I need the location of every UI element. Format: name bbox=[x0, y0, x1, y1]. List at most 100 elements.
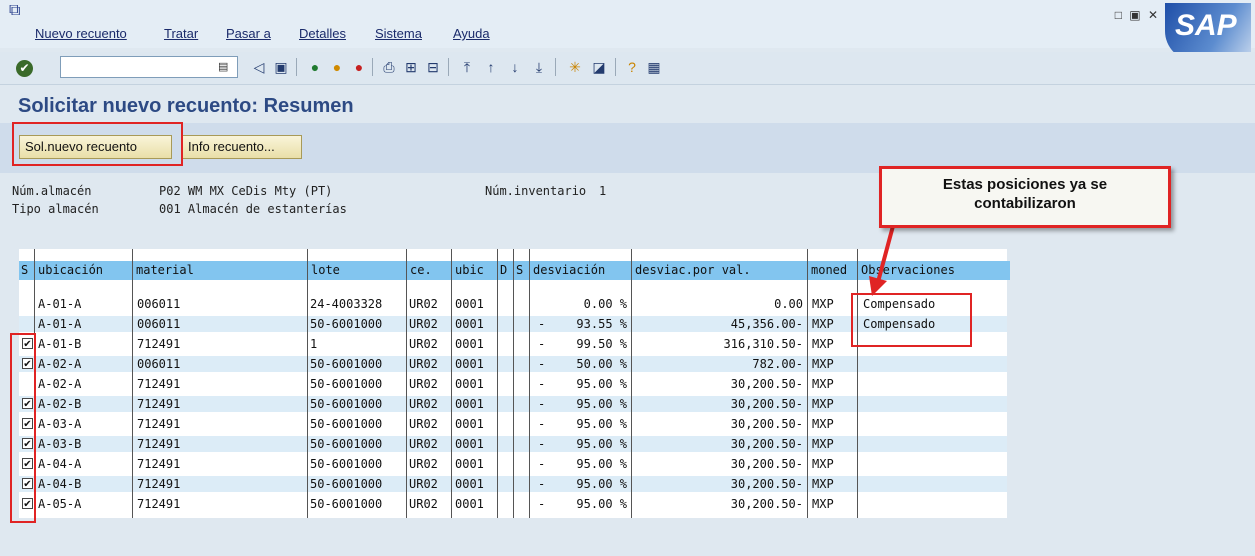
back-icon[interactable]: ● bbox=[305, 57, 325, 77]
cell-desv_val: 30,200.50- bbox=[730, 397, 803, 411]
column-header-d[interactable]: D bbox=[498, 261, 513, 280]
cell-desv: 93.55 % bbox=[576, 317, 627, 331]
cell-lote: 50-6001000 bbox=[310, 317, 383, 331]
cell-ubic2: 0001 bbox=[455, 477, 484, 491]
cell-ubic2: 0001 bbox=[455, 297, 484, 311]
cell-desv: 95.00 % bbox=[576, 437, 627, 451]
cell-lote: 50-6001000 bbox=[310, 397, 383, 411]
cell-sign: - bbox=[538, 397, 546, 411]
page-title: Solicitar nuevo recuento: Resumen bbox=[18, 95, 354, 117]
cell-ubic: A-01-A bbox=[38, 297, 82, 311]
menu-ayuda[interactable]: Ayuda bbox=[453, 26, 490, 41]
menu-nuevo-recuento[interactable]: Nuevo recuento bbox=[35, 26, 127, 41]
column-header-desviacion[interactable]: desviación bbox=[530, 261, 631, 280]
cell-ce: UR02 bbox=[409, 477, 438, 491]
column-header-moneda[interactable]: moned bbox=[808, 261, 857, 280]
cell-ubic: A-03-A bbox=[38, 417, 82, 431]
cell-ubic2: 0001 bbox=[455, 357, 484, 371]
sap-logo-text: SAP bbox=[1175, 9, 1237, 42]
cell-lote: 24-4003328 bbox=[310, 297, 383, 311]
window-controls[interactable]: □ ▣ ✕ bbox=[1115, 8, 1160, 22]
inventory-label: Núm.inventario bbox=[485, 184, 587, 198]
help-icon[interactable]: ? bbox=[622, 57, 642, 77]
cell-moned: MXP bbox=[812, 397, 834, 411]
back-arrow-icon[interactable]: ◁ bbox=[249, 57, 269, 77]
column-header-s[interactable]: S bbox=[514, 261, 529, 280]
column-divider bbox=[807, 249, 808, 518]
menu-tratar[interactable]: Tratar bbox=[164, 26, 198, 41]
column-header-observaciones[interactable]: Observaciones bbox=[858, 261, 1010, 280]
column-header-ubicacion[interactable]: ubicación bbox=[35, 261, 132, 280]
system-menu-icon[interactable]: ⧉ bbox=[9, 2, 20, 20]
cell-material: 712491 bbox=[137, 477, 181, 491]
cell-ce: UR02 bbox=[409, 357, 438, 371]
cell-desv: 95.00 % bbox=[576, 497, 627, 511]
highlight-box-observations bbox=[851, 293, 972, 347]
first-page-icon[interactable]: ⤒ bbox=[457, 57, 477, 77]
cell-desv: 95.00 % bbox=[576, 417, 627, 431]
column-header-material[interactable]: material bbox=[133, 261, 307, 280]
cell-desv: 99.50 % bbox=[576, 337, 627, 351]
cell-sign: - bbox=[538, 497, 546, 511]
column-header-centro[interactable]: ce. bbox=[407, 261, 451, 280]
menu-detalles[interactable]: Detalles bbox=[299, 26, 346, 41]
find-icon[interactable]: ⊞ bbox=[401, 57, 421, 77]
column-divider bbox=[513, 249, 514, 518]
cell-obs bbox=[863, 396, 993, 412]
last-page-icon[interactable]: ⤓ bbox=[529, 57, 549, 77]
cell-desv: 0.00 % bbox=[583, 297, 627, 311]
next-page-icon[interactable]: ↓ bbox=[505, 57, 525, 77]
cell-material: 712491 bbox=[137, 337, 181, 351]
cell-ubic2: 0001 bbox=[455, 317, 484, 331]
cell-sign: - bbox=[538, 317, 546, 331]
shortcut-icon[interactable]: ◪ bbox=[589, 57, 609, 77]
toolbar-separator bbox=[372, 58, 373, 76]
cell-lote: 50-6001000 bbox=[310, 357, 383, 371]
cell-material: 712491 bbox=[137, 497, 181, 511]
menu-pasar-a[interactable]: Pasar a bbox=[226, 26, 271, 41]
cell-ubic2: 0001 bbox=[455, 377, 484, 391]
column-header-lote[interactable]: lote bbox=[308, 261, 406, 280]
storage-type-value: 001 Almacén de estanterías bbox=[159, 202, 347, 216]
cell-desv_val: 30,200.50- bbox=[730, 477, 803, 491]
cell-ubic: A-02-A bbox=[38, 357, 82, 371]
cell-ce: UR02 bbox=[409, 297, 438, 311]
cell-moned: MXP bbox=[812, 497, 834, 511]
menu-sistema[interactable]: Sistema bbox=[375, 26, 422, 41]
new-session-icon[interactable]: ✳ bbox=[565, 57, 585, 77]
column-header-status[interactable]: S bbox=[19, 261, 34, 280]
print-icon[interactable]: ⎙ bbox=[379, 57, 399, 77]
layout-icon[interactable]: ▦ bbox=[644, 57, 664, 77]
cell-desv: 95.00 % bbox=[576, 457, 627, 471]
save-icon[interactable]: ▣ bbox=[271, 57, 291, 77]
cell-desv_val: 30,200.50- bbox=[730, 497, 803, 511]
exit-icon[interactable]: ● bbox=[327, 57, 347, 77]
count-info-button[interactable]: Info recuento... bbox=[182, 135, 302, 159]
column-header-desviac-por-val[interactable]: desviac.por val. bbox=[632, 261, 807, 280]
cell-ce: UR02 bbox=[409, 377, 438, 391]
cell-ubic: A-04-A bbox=[38, 457, 82, 471]
previous-page-icon[interactable]: ↑ bbox=[481, 57, 501, 77]
cell-ubic: A-05-A bbox=[38, 497, 82, 511]
find-next-icon[interactable]: ⊟ bbox=[423, 57, 443, 77]
cell-obs bbox=[863, 456, 993, 472]
column-divider bbox=[631, 249, 632, 518]
cell-lote: 50-6001000 bbox=[310, 457, 383, 471]
command-field[interactable] bbox=[60, 56, 238, 78]
cell-desv_val: 0.00 bbox=[774, 297, 803, 311]
enter-icon[interactable]: ✔ bbox=[16, 60, 33, 77]
column-divider bbox=[497, 249, 498, 518]
cell-ce: UR02 bbox=[409, 437, 438, 451]
cell-ubic2: 0001 bbox=[455, 457, 484, 471]
column-header-ubic[interactable]: ubic bbox=[452, 261, 497, 280]
menu-bar: ⧉ Nuevo recuento Tratar Pasar a Detalles… bbox=[0, 0, 1255, 48]
cell-ubic: A-02-A bbox=[38, 377, 82, 391]
inventory-value: 1 bbox=[599, 184, 607, 198]
cancel-icon[interactable]: ● bbox=[349, 57, 369, 77]
callout-line-2: contabilizaron bbox=[974, 195, 1076, 212]
cell-ubic: A-03-B bbox=[38, 437, 82, 451]
column-divider bbox=[132, 249, 133, 518]
toolbar-separator bbox=[296, 58, 297, 76]
cell-ubic: A-01-A bbox=[38, 317, 82, 331]
command-history-icon[interactable]: ▤ bbox=[218, 60, 228, 73]
